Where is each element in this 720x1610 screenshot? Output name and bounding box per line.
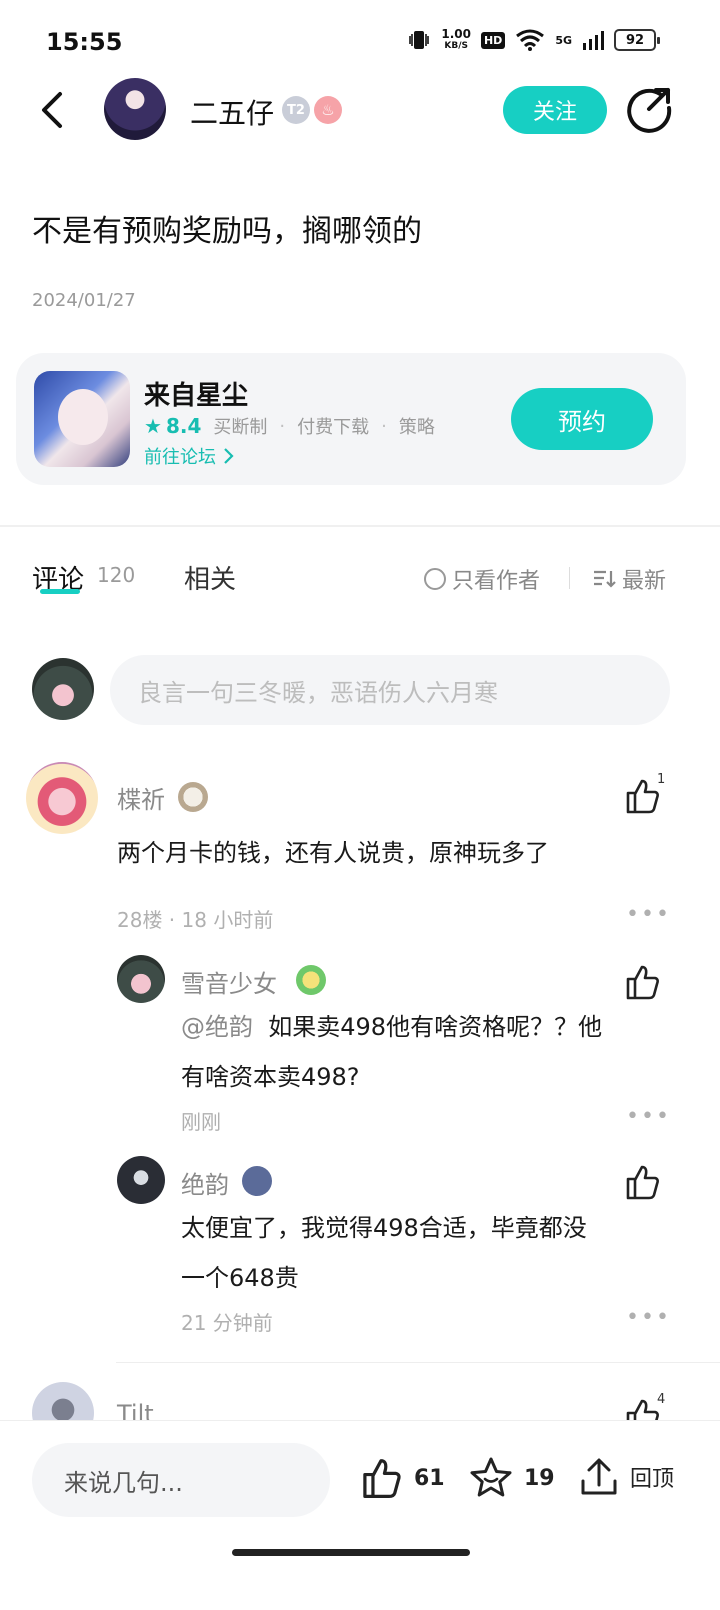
- like-count: 1: [657, 772, 666, 787]
- tag-separator: ·: [279, 415, 286, 437]
- commenter-avatar[interactable]: [26, 762, 98, 834]
- commenter-name[interactable]: 楪祈: [117, 780, 165, 815]
- home-indicator[interactable]: [232, 1549, 470, 1556]
- author-name[interactable]: 二五仔: [190, 92, 274, 132]
- divider: [116, 1362, 720, 1363]
- more-options-icon[interactable]: •••: [626, 1305, 671, 1330]
- reply-meta: 刚刚: [181, 1110, 221, 1134]
- level-badge: T2: [282, 96, 310, 124]
- forum-link[interactable]: 前往论坛: [144, 443, 234, 469]
- comment-tabs: 评论 120 相关 只看作者 最新: [0, 555, 720, 605]
- reserve-button[interactable]: 预约: [511, 388, 653, 450]
- reply-input[interactable]: 来说几句...: [32, 1443, 330, 1517]
- user-badge-icon: [296, 965, 326, 995]
- fire-badge-icon: ♨: [314, 96, 342, 124]
- star-icon: ★: [144, 414, 162, 438]
- tab-indicator: [40, 589, 80, 594]
- replier-name[interactable]: 绝韵: [181, 1165, 229, 1200]
- like-icon: [363, 1459, 401, 1499]
- bottom-action-bar: 来说几句... 61 19 回顶: [0, 1420, 720, 1610]
- tag-separator: ·: [381, 415, 387, 437]
- comment-meta: 28楼 · 18 小时前: [117, 908, 274, 932]
- like-icon[interactable]: [622, 776, 662, 816]
- star-icon: [470, 1457, 512, 1497]
- game-tag: 买断制: [213, 417, 268, 438]
- post-header: 二五仔 T2 ♨ 关注: [0, 72, 720, 152]
- game-icon[interactable]: [34, 371, 130, 467]
- user-badge-icon: [178, 782, 208, 812]
- game-rating: ★ 8.4: [144, 414, 202, 438]
- radio-circle-icon: [424, 568, 446, 590]
- status-icons: 1.00 KB/S HD 5G 92: [407, 27, 660, 52]
- post-title: 不是有预购奖励吗，搁哪领的: [32, 214, 422, 249]
- vibrate-icon: [409, 31, 430, 49]
- reply-text: 太便宜了，我觉得498合适，毕竟都没 一个648贵: [181, 1214, 587, 1292]
- back-icon[interactable]: [34, 88, 74, 132]
- more-options-icon[interactable]: •••: [626, 1104, 671, 1129]
- sort-icon: [594, 570, 616, 588]
- hd-badge: HD: [480, 31, 506, 49]
- comment-count: 120: [97, 563, 136, 587]
- like-post-button[interactable]: 61: [358, 1455, 445, 1501]
- follow-button[interactable]: 关注: [503, 86, 607, 134]
- replier-avatar[interactable]: [117, 1156, 165, 1204]
- divider: [0, 525, 720, 527]
- only-author-toggle[interactable]: 只看作者: [424, 563, 540, 595]
- comment-text: 两个月卡的钱，还有人说贵，原神玩多了: [117, 839, 549, 867]
- tab-separator: [569, 567, 570, 589]
- sort-button[interactable]: 最新: [592, 563, 666, 595]
- wifi-icon: [516, 29, 545, 51]
- chevron-right-icon: [224, 448, 234, 464]
- like-count: 4: [657, 1392, 666, 1407]
- game-card[interactable]: 来自星尘 ★ 8.4 买断制 · 付费下载 · 策略 前往论坛 预约: [16, 353, 686, 485]
- like-icon[interactable]: [622, 962, 662, 1002]
- battery-icon: 92: [614, 29, 660, 51]
- comment-input[interactable]: 良言一句三冬暖，恶语伤人六月寒: [110, 655, 670, 725]
- game-icon-art: [58, 389, 108, 445]
- upload-arrow-icon: [581, 1458, 617, 1495]
- signal-icon: [583, 31, 604, 50]
- game-tag: 付费下载: [297, 417, 370, 438]
- status-time: 15:55: [46, 28, 123, 56]
- my-avatar: [32, 658, 94, 720]
- replier-avatar[interactable]: [117, 955, 165, 1003]
- post-date: 2024/01/27: [32, 290, 136, 311]
- net-speed: 1.00 KB/S: [441, 27, 471, 51]
- favorite-button[interactable]: 19: [468, 1455, 555, 1501]
- mention-link[interactable]: @绝韵: [181, 1013, 253, 1041]
- more-options-icon[interactable]: •••: [626, 902, 671, 927]
- back-to-top-button[interactable]: 回顶: [578, 1455, 674, 1499]
- gamepad-badge-icon: [242, 1166, 272, 1196]
- share-icon[interactable]: [624, 84, 674, 134]
- status-bar: 15:55 1.00 KB/S HD 5G 92: [0, 0, 720, 80]
- game-tag: 策略: [398, 417, 435, 438]
- like-icon[interactable]: [622, 1162, 662, 1202]
- network-type: 5G: [555, 33, 572, 47]
- replier-name[interactable]: 雪音少女: [181, 964, 277, 999]
- game-meta: ★ 8.4 买断制 · 付费下载 · 策略: [144, 413, 435, 439]
- author-avatar[interactable]: [104, 78, 166, 140]
- tab-related[interactable]: 相关: [184, 559, 236, 596]
- game-name[interactable]: 来自星尘: [144, 375, 248, 412]
- reply-text: @绝韵 如果卖498他有啥资格呢？？他 有啥资本卖498?: [181, 1013, 603, 1091]
- reply-meta: 21 分钟前: [181, 1311, 273, 1335]
